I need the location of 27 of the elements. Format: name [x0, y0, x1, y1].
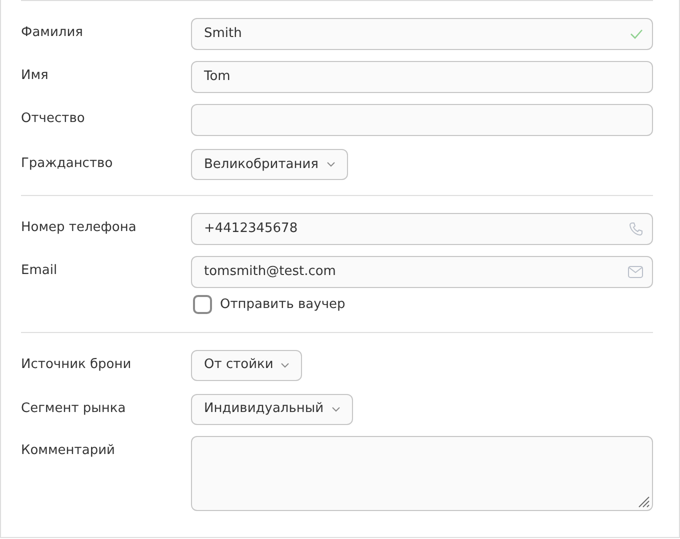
field-label: Номер телефона [21, 219, 138, 237]
dropdown-button[interactable]: Великобритания [191, 149, 348, 180]
dropdown-button[interactable]: Индивидуальный [191, 394, 353, 424]
dropdown-button[interactable]: От стойки [191, 350, 302, 380]
checkbox-label: Отправить ваучер [220, 296, 346, 314]
field-label: Гражданство [21, 155, 114, 173]
caret-icon [281, 362, 290, 368]
input-field[interactable]: tomsmith@test.com [191, 256, 653, 288]
input-field[interactable]: +4412345678 [191, 213, 653, 245]
field-label: Комментарий [21, 442, 116, 460]
checkmark-icon [630, 29, 643, 39]
phone-icon [629, 222, 643, 236]
caret-icon [326, 162, 335, 167]
resize-handle-icon[interactable] [638, 496, 650, 508]
envelope-icon [628, 266, 643, 278]
input-field[interactable] [191, 104, 653, 136]
comment-field[interactable] [191, 436, 653, 510]
checkbox[interactable] [193, 295, 212, 314]
field-label: Имя [21, 67, 50, 85]
input-field[interactable]: Tom [191, 61, 653, 93]
field-label: Источник брони [21, 356, 132, 374]
field-label: Сегмент рынка [21, 400, 127, 418]
caret-icon [332, 406, 340, 412]
field-label: Фамилия [21, 24, 84, 42]
input-field[interactable]: Smith [191, 18, 653, 50]
field-label: Отчество [21, 110, 86, 128]
field-label: Email [21, 262, 58, 280]
